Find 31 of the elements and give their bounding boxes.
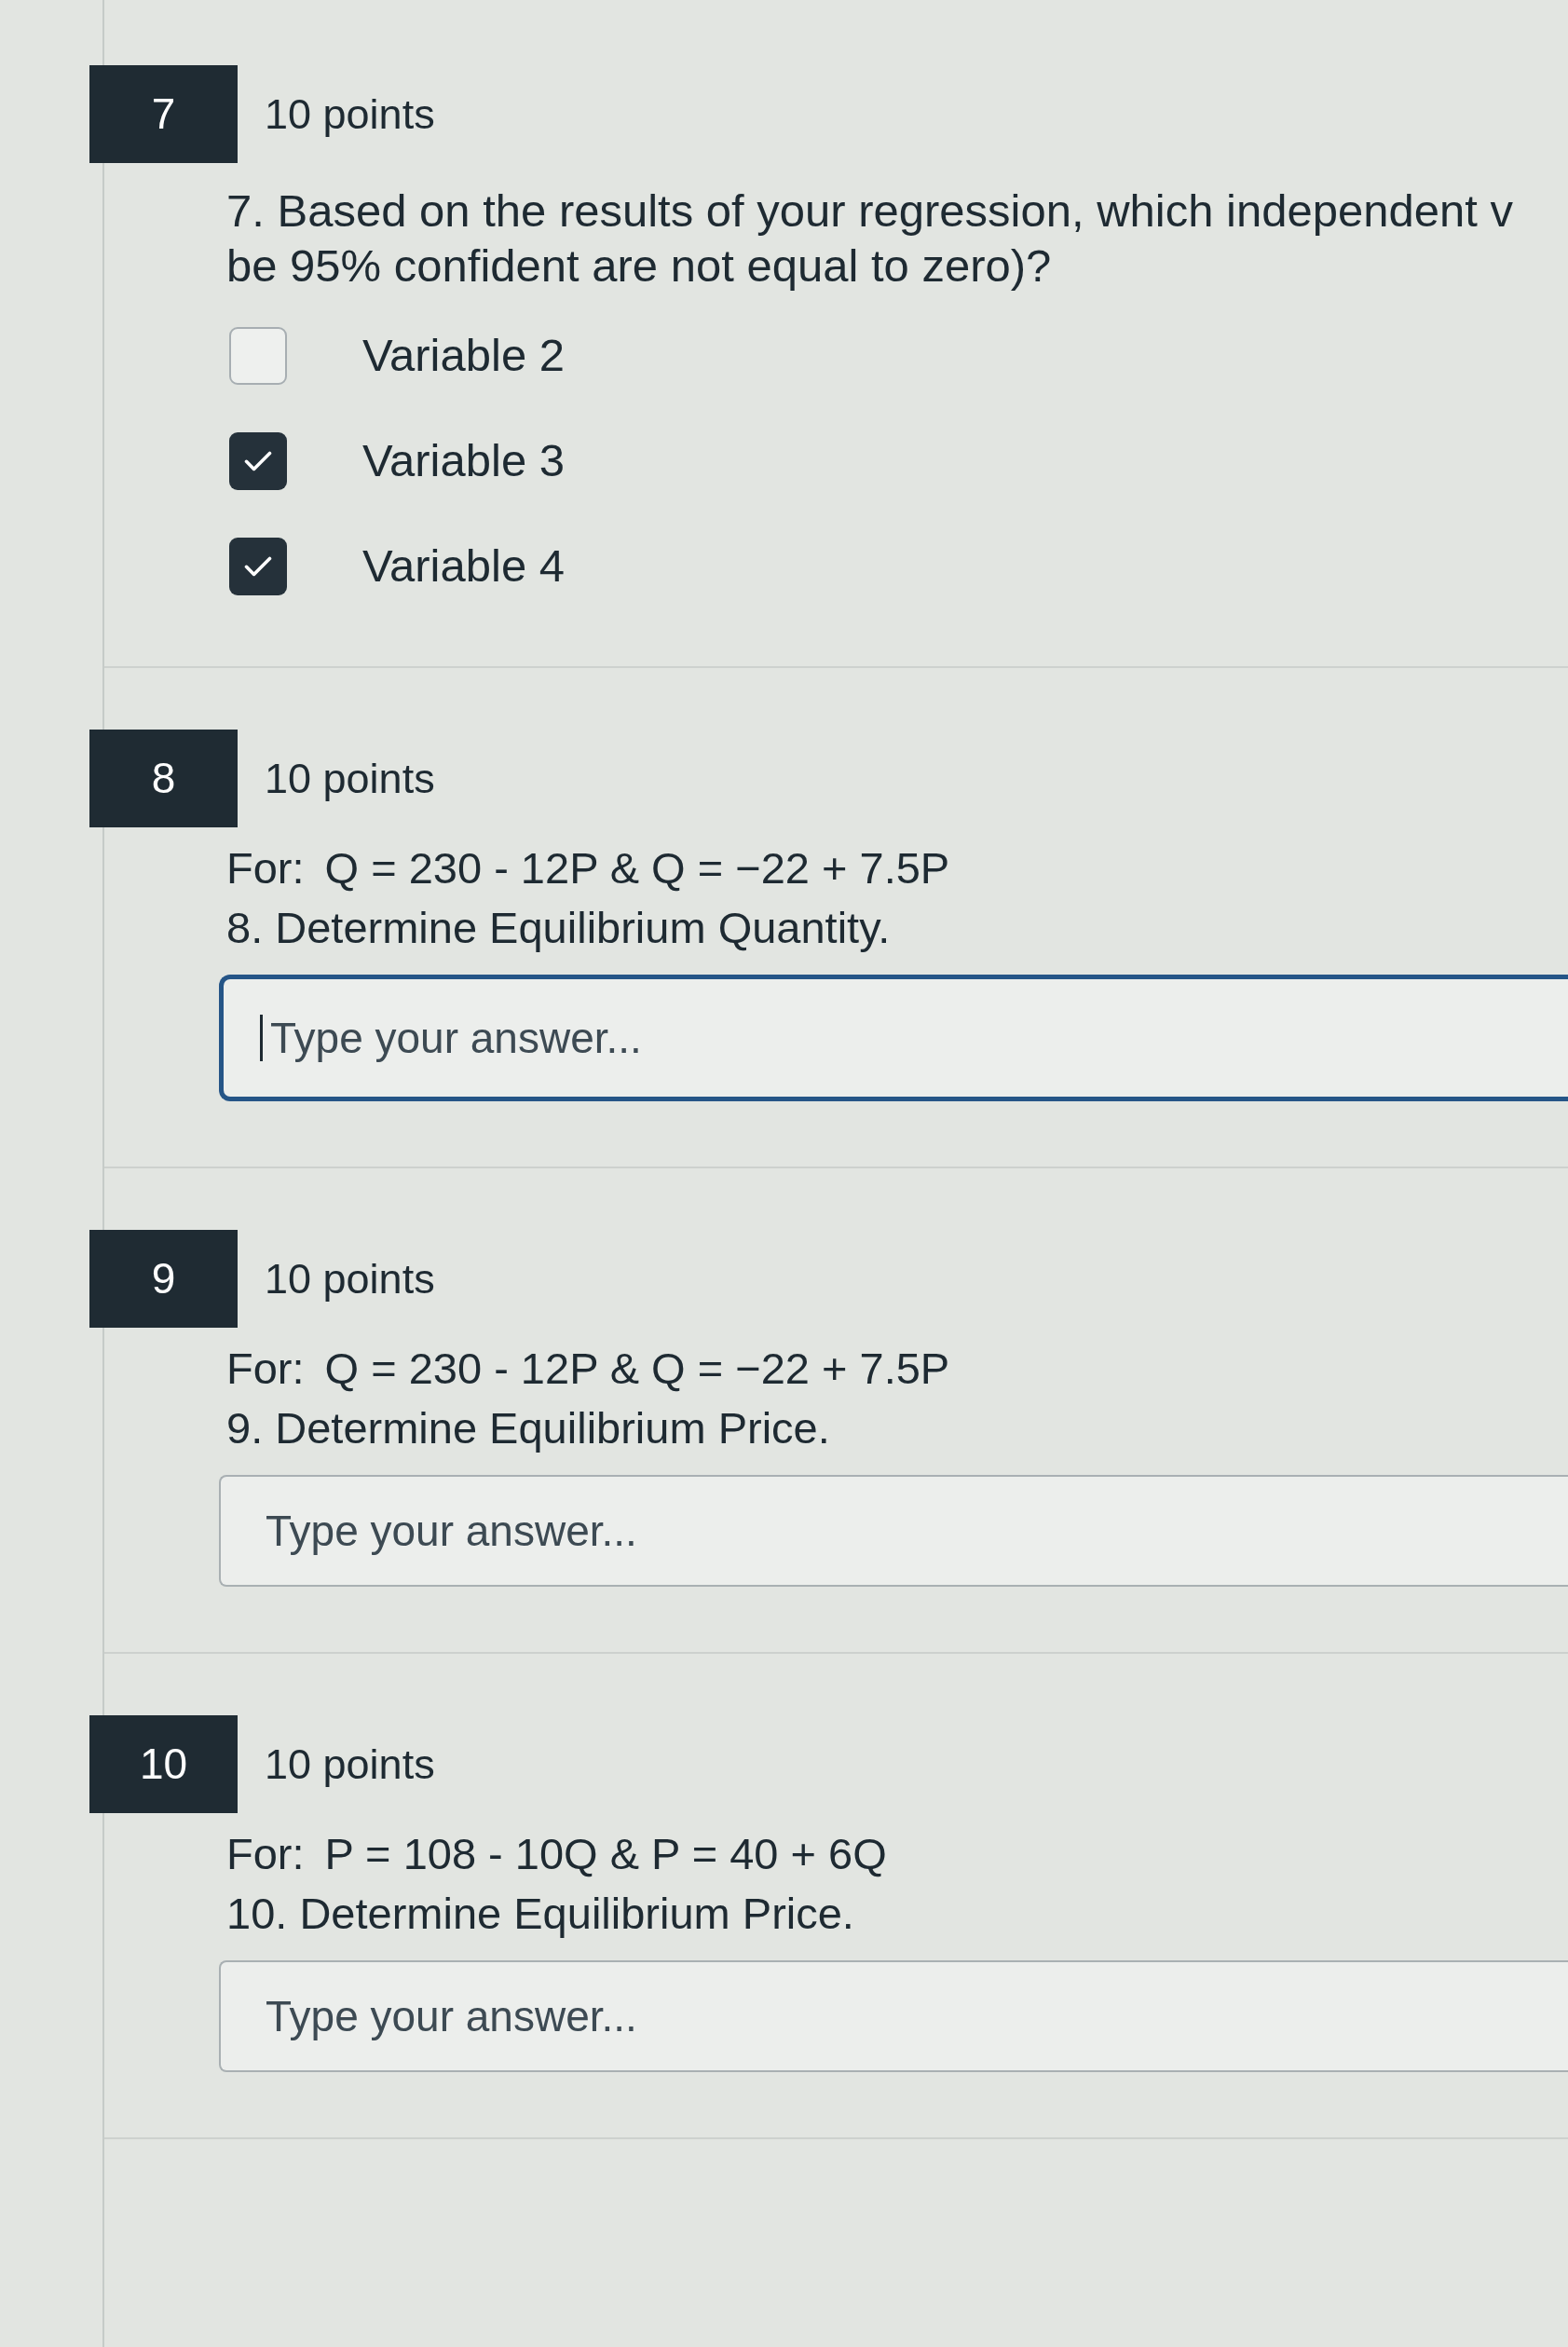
equation: Q = 230 - 12P & Q = −22 + 7.5P	[324, 1343, 950, 1395]
question-text: 7. Based on the results of your regression, which independent v	[226, 184, 1513, 238]
points-label: 10 points	[265, 89, 435, 140]
answer-field[interactable]: Type your answer...	[219, 1960, 1568, 2072]
text-cursor-icon	[260, 1015, 263, 1061]
question-number: 8	[89, 730, 238, 827]
given-label: For:	[226, 1828, 305, 1880]
points-label: 10 points	[265, 1739, 435, 1790]
checkbox[interactable]	[229, 431, 287, 490]
option-label: Variable 4	[362, 539, 565, 593]
check-icon	[244, 450, 272, 471]
question-text: 10. Determine Equilibrium Price.	[226, 1888, 854, 1940]
answer-field[interactable]: Type your answer...	[219, 975, 1568, 1101]
question-text: 8. Determine Equilibrium Quantity.	[226, 902, 891, 954]
equation: P = 108 - 10Q & P = 40 + 6Q	[324, 1828, 887, 1880]
option-label: Variable 3	[362, 433, 565, 487]
checkbox[interactable]	[229, 537, 287, 595]
question-number: 7	[89, 65, 238, 163]
given-label: For:	[226, 1343, 305, 1395]
points-label: 10 points	[265, 753, 435, 804]
question-number: 9	[89, 1230, 238, 1328]
checkbox[interactable]	[229, 326, 287, 385]
check-icon	[244, 555, 272, 577]
question-number: 10	[89, 1715, 238, 1813]
given-label: For:	[226, 842, 305, 894]
question-text: 9. Determine Equilibrium Price.	[226, 1402, 830, 1454]
option-label: Variable 2	[362, 328, 565, 382]
points-label: 10 points	[265, 1253, 435, 1304]
question-text: be 95% confident are not equal to zero)?	[226, 239, 1052, 293]
answer-field[interactable]: Type your answer...	[219, 1475, 1568, 1587]
equation: Q = 230 - 12P & Q = −22 + 7.5P	[324, 842, 950, 894]
